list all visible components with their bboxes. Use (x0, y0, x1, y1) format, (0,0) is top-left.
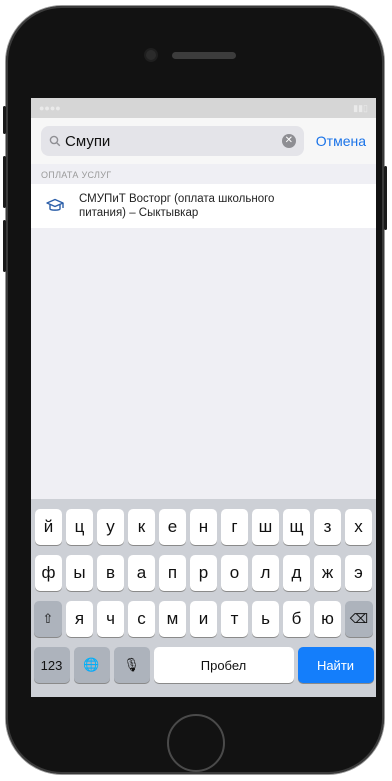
key[interactable]: е (159, 509, 186, 545)
key[interactable]: к (128, 509, 155, 545)
key[interactable]: м (159, 601, 186, 637)
keyboard-row-2: ф ы в а п р о л д ж э (31, 555, 376, 591)
key[interactable]: ю (314, 601, 341, 637)
key[interactable]: з (314, 509, 341, 545)
key[interactable]: п (159, 555, 186, 591)
keyboard-row-4: 123 🌐 🎙 Пробел Найти (31, 647, 376, 683)
search-field[interactable]: ✕ (41, 126, 304, 156)
battery-icon: ▮▮▯ (353, 102, 368, 113)
delete-key[interactable]: ⌫ (345, 601, 373, 637)
key[interactable]: т (221, 601, 248, 637)
front-camera (146, 50, 156, 60)
status-bar: ●●●● ▮▮▯ (31, 98, 376, 118)
key[interactable]: й (35, 509, 62, 545)
keyboard-row-1: й ц у к е н г ш щ з х (31, 509, 376, 545)
search-bar: ✕ Отмена (31, 118, 376, 164)
key[interactable]: н (190, 509, 217, 545)
key[interactable]: у (97, 509, 124, 545)
key[interactable]: ж (314, 555, 341, 591)
dictation-key[interactable]: 🎙 (113, 647, 150, 683)
key[interactable]: ы (66, 555, 93, 591)
key[interactable]: б (283, 601, 310, 637)
key[interactable]: о (221, 555, 248, 591)
globe-icon: 🌐 (83, 657, 100, 672)
result-title-line2: питания) – Сыктывкар (79, 207, 199, 219)
search-key[interactable]: Найти (297, 647, 374, 683)
carrier-icon: ●●●● (39, 103, 61, 113)
section-header: ОПЛАТА УСЛУГ (41, 170, 112, 180)
power-button (384, 166, 387, 230)
shift-icon: ⇧ (42, 611, 54, 626)
volume-down-button (3, 220, 6, 272)
home-button[interactable] (167, 714, 225, 772)
key[interactable]: ь (252, 601, 279, 637)
key[interactable]: х (345, 509, 372, 545)
result-title-line1: СМУПиТ Восторг (оплата школьного (79, 193, 275, 205)
key[interactable]: ш (252, 509, 279, 545)
key[interactable]: а (128, 555, 155, 591)
clear-icon[interactable]: ✕ (281, 134, 296, 148)
shift-key[interactable]: ⇧ (34, 601, 62, 637)
key[interactable]: и (190, 601, 217, 637)
key[interactable]: с (128, 601, 155, 637)
key[interactable]: д (283, 555, 310, 591)
key[interactable]: л (252, 555, 279, 591)
microphone-icon: 🎙 (123, 657, 140, 672)
search-icon (49, 135, 61, 147)
graduation-cap-icon (41, 198, 69, 214)
result-item[interactable]: СМУПиТ Восторг (оплата школьного питания… (31, 184, 376, 228)
space-key[interactable]: Пробел (153, 647, 294, 683)
cancel-button[interactable]: Отмена (316, 133, 366, 149)
backspace-icon: ⌫ (349, 611, 369, 626)
mute-switch (3, 106, 6, 134)
key[interactable]: р (190, 555, 217, 591)
screen: ●●●● ▮▮▯ ✕ Отмена ОПЛАТА УСЛУГ СМУПиТ Во… (31, 98, 376, 697)
result-text: СМУПиТ Восторг (оплата школьного питания… (79, 192, 274, 220)
key[interactable]: я (66, 601, 93, 637)
numbers-key[interactable]: 123 (33, 647, 70, 683)
key[interactable]: г (221, 509, 248, 545)
keyboard-row-3: ⇧ я ч с м и т ь б ю ⌫ (31, 601, 376, 637)
volume-up-button (3, 156, 6, 208)
key[interactable]: ф (35, 555, 62, 591)
key[interactable]: щ (283, 509, 310, 545)
key[interactable]: в (97, 555, 124, 591)
globe-key[interactable]: 🌐 (73, 647, 110, 683)
key[interactable]: ц (66, 509, 93, 545)
search-input[interactable] (61, 132, 282, 150)
earpiece-speaker (172, 52, 236, 59)
keyboard: й ц у к е н г ш щ з х ф ы в а п р о л д … (31, 499, 376, 697)
key[interactable]: ч (97, 601, 124, 637)
key[interactable]: э (345, 555, 372, 591)
